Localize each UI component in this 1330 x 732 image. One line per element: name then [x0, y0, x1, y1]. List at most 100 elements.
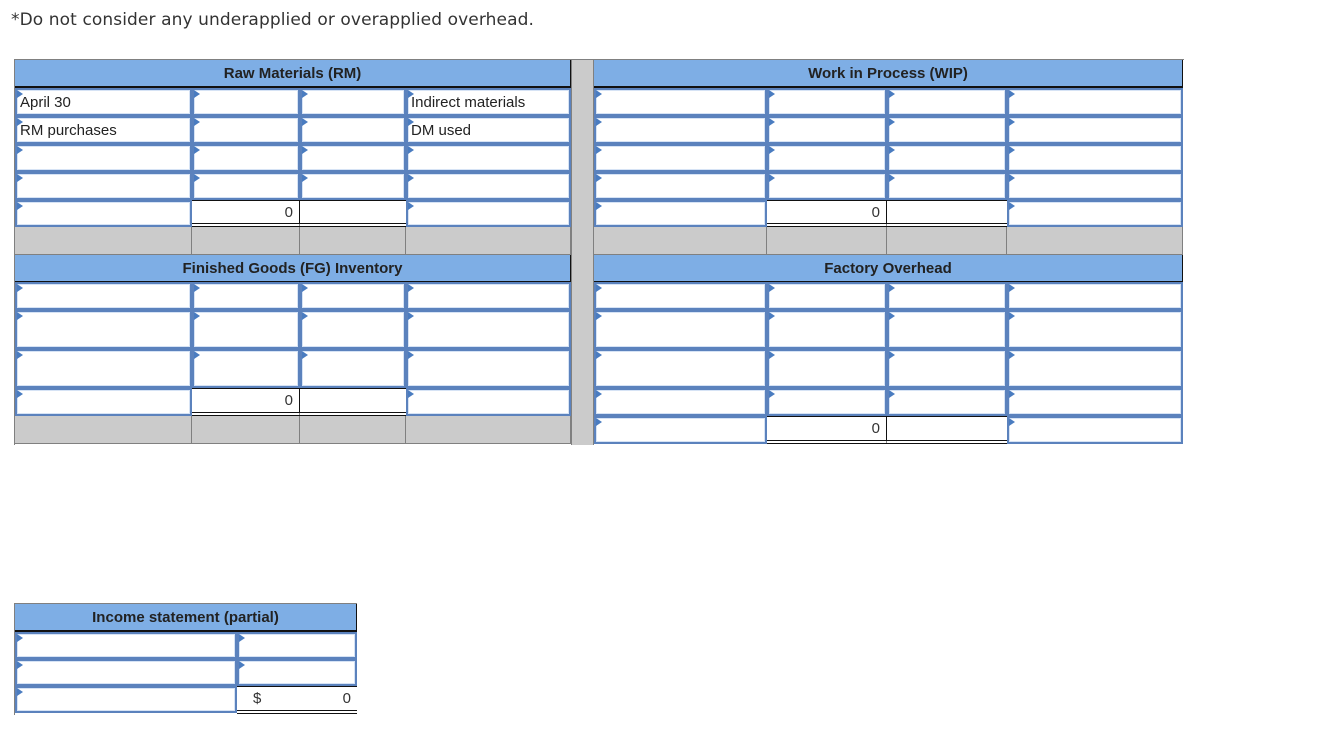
- is-label-3[interactable]: [15, 686, 237, 713]
- is-amount-1[interactable]: [237, 632, 357, 659]
- foh-credit-balance-label-field[interactable]: [1012, 418, 1181, 442]
- wip-debit-amount-1-field[interactable]: [772, 90, 885, 114]
- wip-credit-label-3-field[interactable]: [1012, 146, 1181, 170]
- wip-credit-balance-label[interactable]: [1007, 200, 1183, 227]
- foh-credit-label-2[interactable]: [1007, 310, 1183, 349]
- foh-debit-amount-1-field[interactable]: [772, 284, 885, 308]
- wip-credit-label-4-field[interactable]: [1012, 174, 1181, 198]
- is-label-2-field[interactable]: [20, 661, 235, 684]
- foh-debit-amount-4[interactable]: [767, 388, 887, 416]
- rm-credit-label-2-field[interactable]: [411, 118, 569, 142]
- fg-debit-label-4-field[interactable]: [20, 390, 190, 414]
- fg-debit-label-1[interactable]: [15, 282, 192, 310]
- fg-credit-amount-3-field[interactable]: [305, 351, 404, 386]
- fg-credit-label-1-field[interactable]: [411, 284, 569, 308]
- rm-debit-label-1[interactable]: [15, 88, 192, 116]
- wip-credit-amount-1-field[interactable]: [892, 90, 1005, 114]
- fg-credit-label-2-field[interactable]: [411, 312, 569, 347]
- wip-debit-label-4-field[interactable]: [599, 174, 765, 198]
- rm-credit-amount-1-field[interactable]: [305, 90, 404, 114]
- rm-credit-label-3[interactable]: [406, 144, 571, 172]
- fg-debit-amount-2[interactable]: [192, 310, 300, 349]
- rm-debit-amount-2-field[interactable]: [197, 118, 298, 142]
- rm-debit-label-4[interactable]: [15, 172, 192, 200]
- rm-debit-amount-1-field[interactable]: [197, 90, 298, 114]
- rm-balance-label-field[interactable]: [20, 202, 190, 225]
- foh-debit-label-2-field[interactable]: [599, 312, 765, 347]
- is-amount-1-field[interactable]: [242, 634, 355, 657]
- wip-debit-amount-1[interactable]: [767, 88, 887, 116]
- rm-credit-balance-label-field[interactable]: [411, 202, 569, 225]
- foh-credit-label-3-field[interactable]: [1012, 351, 1181, 386]
- is-amount-2-field[interactable]: [242, 661, 355, 684]
- fg-debit-amount-3-field[interactable]: [197, 351, 298, 386]
- is-label-1-field[interactable]: [20, 634, 235, 657]
- wip-credit-amount-1[interactable]: [887, 88, 1007, 116]
- foh-credit-amount-4[interactable]: [887, 388, 1007, 416]
- wip-credit-amount-3-field[interactable]: [892, 146, 1005, 170]
- is-label-1[interactable]: [15, 632, 237, 659]
- foh-debit-label-4[interactable]: [594, 388, 767, 416]
- fg-debit-amount-1[interactable]: [192, 282, 300, 310]
- foh-debit-amount-4-field[interactable]: [772, 390, 885, 414]
- foh-credit-amount-2[interactable]: [887, 310, 1007, 349]
- rm-credit-amount-4[interactable]: [300, 172, 406, 200]
- fg-credit-amount-2[interactable]: [300, 310, 406, 349]
- fg-credit-amount-1-field[interactable]: [305, 284, 404, 308]
- wip-debit-label-4[interactable]: [594, 172, 767, 200]
- rm-credit-amount-1[interactable]: [300, 88, 406, 116]
- rm-balance-label[interactable]: [15, 200, 192, 227]
- foh-credit-label-4-field[interactable]: [1012, 390, 1181, 414]
- rm-credit-label-1[interactable]: [406, 88, 571, 116]
- rm-debit-label-2-field[interactable]: [20, 118, 190, 142]
- fg-credit-label-1[interactable]: [406, 282, 571, 310]
- wip-balance-label-field[interactable]: [599, 202, 765, 225]
- foh-debit-label-2[interactable]: [594, 310, 767, 349]
- fg-debit-amount-2-field[interactable]: [197, 312, 298, 347]
- wip-credit-amount-2-field[interactable]: [892, 118, 1005, 142]
- fg-credit-label-4-field[interactable]: [411, 390, 569, 414]
- foh-credit-amount-3[interactable]: [887, 349, 1007, 388]
- wip-debit-amount-2-field[interactable]: [772, 118, 885, 142]
- wip-debit-amount-2[interactable]: [767, 116, 887, 144]
- wip-debit-label-3[interactable]: [594, 144, 767, 172]
- wip-credit-label-1-field[interactable]: [1012, 90, 1181, 114]
- wip-debit-amount-3[interactable]: [767, 144, 887, 172]
- wip-balance-label[interactable]: [594, 200, 767, 227]
- fg-debit-amount-3[interactable]: [192, 349, 300, 388]
- foh-debit-label-1-field[interactable]: [599, 284, 765, 308]
- fg-credit-label-3[interactable]: [406, 349, 571, 388]
- fg-credit-label-2[interactable]: [406, 310, 571, 349]
- foh-debit-amount-3[interactable]: [767, 349, 887, 388]
- rm-credit-amount-3[interactable]: [300, 144, 406, 172]
- fg-debit-label-4[interactable]: [15, 388, 192, 416]
- is-amount-2[interactable]: [237, 659, 357, 686]
- rm-debit-amount-3-field[interactable]: [197, 146, 298, 170]
- rm-debit-amount-4-field[interactable]: [197, 174, 298, 198]
- fg-debit-label-2[interactable]: [15, 310, 192, 349]
- foh-credit-amount-1[interactable]: [887, 282, 1007, 310]
- wip-credit-amount-3[interactable]: [887, 144, 1007, 172]
- rm-debit-amount-1[interactable]: [192, 88, 300, 116]
- wip-credit-label-2-field[interactable]: [1012, 118, 1181, 142]
- wip-credit-label-3[interactable]: [1007, 144, 1183, 172]
- foh-credit-amount-4-field[interactable]: [892, 390, 1005, 414]
- wip-debit-label-2-field[interactable]: [599, 118, 765, 142]
- rm-credit-label-1-field[interactable]: [411, 90, 569, 114]
- rm-credit-label-4-field[interactable]: [411, 174, 569, 198]
- foh-debit-amount-2-field[interactable]: [772, 312, 885, 347]
- rm-debit-amount-3[interactable]: [192, 144, 300, 172]
- fg-debit-label-2-field[interactable]: [20, 312, 190, 347]
- foh-credit-amount-3-field[interactable]: [892, 351, 1005, 386]
- foh-credit-amount-1-field[interactable]: [892, 284, 1005, 308]
- foh-credit-balance-label[interactable]: [1007, 416, 1183, 444]
- foh-debit-label-1[interactable]: [594, 282, 767, 310]
- rm-debit-label-2[interactable]: [15, 116, 192, 144]
- is-label-3-field[interactable]: [20, 688, 235, 711]
- rm-credit-amount-2[interactable]: [300, 116, 406, 144]
- fg-debit-label-3-field[interactable]: [20, 351, 190, 386]
- fg-credit-amount-1[interactable]: [300, 282, 406, 310]
- wip-debit-amount-3-field[interactable]: [772, 146, 885, 170]
- foh-debit-amount-3-field[interactable]: [772, 351, 885, 386]
- wip-debit-label-3-field[interactable]: [599, 146, 765, 170]
